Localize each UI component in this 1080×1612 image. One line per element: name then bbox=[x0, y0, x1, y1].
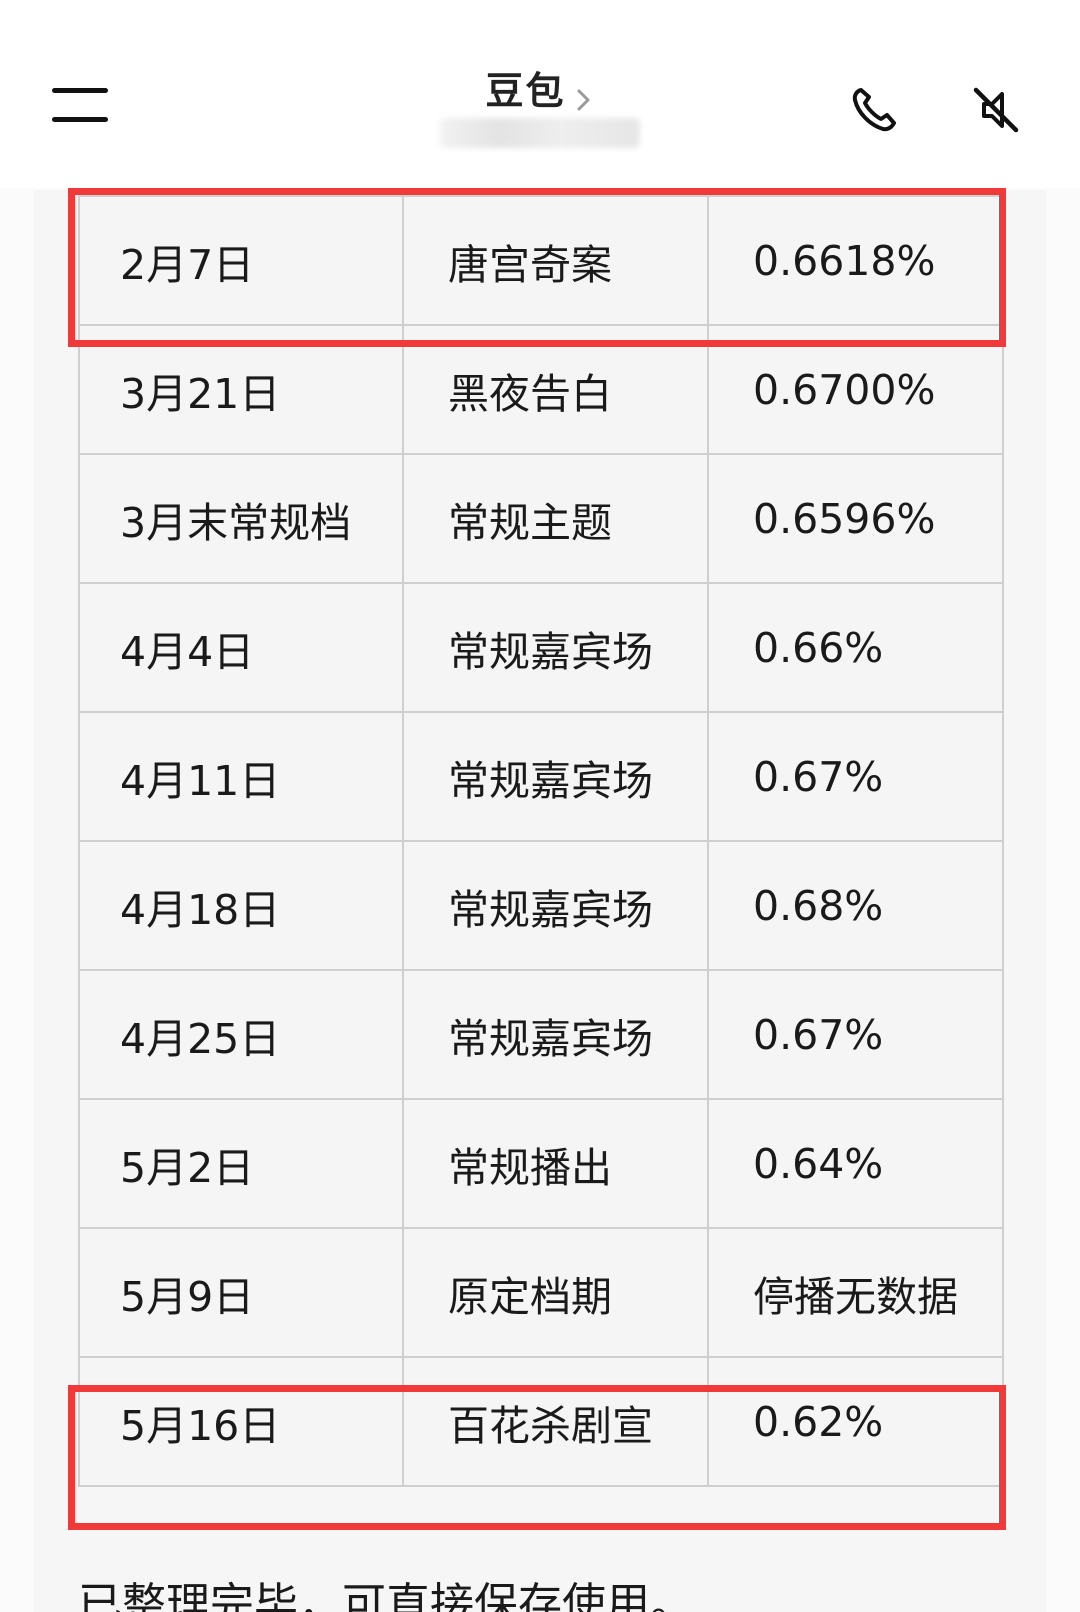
rate-cell: 0.6700% bbox=[707, 324, 1004, 455]
table-row: 3月21日 黑夜告白 0.6700% bbox=[78, 324, 1004, 455]
chat-screen: 豆包 2月7日 唐宫奇案 0.6618% 3月21日 黑夜告白 0.6700% … bbox=[0, 0, 1080, 1612]
date-cell: 5月2日 bbox=[78, 1098, 404, 1229]
table-row: 2月7日 唐宫奇案 0.6618% bbox=[78, 195, 1004, 326]
topic-cell: 黑夜告白 bbox=[402, 324, 709, 455]
message-footer-text: 已整理完毕，可直接保存使用。 bbox=[78, 1579, 694, 1612]
rate-cell: 0.64% bbox=[707, 1098, 1004, 1229]
table-row: 4月11日 常规嘉宾场 0.67% bbox=[78, 711, 1004, 842]
date-cell: 4月11日 bbox=[78, 711, 404, 842]
date-cell: 3月21日 bbox=[78, 324, 404, 455]
table-row: 5月2日 常规播出 0.64% bbox=[78, 1098, 1004, 1229]
table-row: 4月4日 常规嘉宾场 0.66% bbox=[78, 582, 1004, 713]
chat-title-button[interactable]: 豆包 bbox=[0, 60, 1080, 115]
topic-cell: 原定档期 bbox=[402, 1227, 709, 1358]
topic-cell: 常规嘉宾场 bbox=[402, 711, 709, 842]
topic-cell: 常规嘉宾场 bbox=[402, 582, 709, 713]
phone-icon[interactable] bbox=[846, 82, 902, 138]
rate-cell: 0.6618% bbox=[707, 195, 1004, 326]
table-row: 3月末常规档 常规主题 0.6596% bbox=[78, 453, 1004, 584]
date-cell: 4月25日 bbox=[78, 969, 404, 1100]
chevron-right-icon bbox=[577, 89, 590, 110]
table-row: 5月9日 原定档期 停播无数据 bbox=[78, 1227, 1004, 1358]
date-cell: 3月末常规档 bbox=[78, 453, 404, 584]
rate-cell: 0.67% bbox=[707, 711, 1004, 842]
rate-cell: 停播无数据 bbox=[707, 1227, 1004, 1358]
date-cell: 2月7日 bbox=[78, 195, 404, 326]
table-row: 5月16日 百花杀剧宣 0.62% bbox=[78, 1356, 1004, 1487]
rate-cell: 0.66% bbox=[707, 582, 1004, 713]
topic-cell: 百花杀剧宣 bbox=[402, 1356, 709, 1487]
chat-title: 豆包 bbox=[485, 69, 566, 113]
date-cell: 4月4日 bbox=[78, 582, 404, 713]
topic-cell: 常规嘉宾场 bbox=[402, 969, 709, 1100]
table-row: 4月25日 常规嘉宾场 0.67% bbox=[78, 969, 1004, 1100]
rate-cell: 0.67% bbox=[707, 969, 1004, 1100]
date-cell: 4月18日 bbox=[78, 840, 404, 971]
blurred-subtitle bbox=[440, 118, 640, 148]
rate-cell: 0.68% bbox=[707, 840, 1004, 971]
topic-cell: 常规嘉宾场 bbox=[402, 840, 709, 971]
topic-cell: 常规主题 bbox=[402, 453, 709, 584]
date-cell: 5月9日 bbox=[78, 1227, 404, 1358]
rate-cell: 0.62% bbox=[707, 1356, 1004, 1487]
rating-table: 2月7日 唐宫奇案 0.6618% 3月21日 黑夜告白 0.6700% 3月末… bbox=[78, 195, 1004, 1487]
table-row: 4月18日 常规嘉宾场 0.68% bbox=[78, 840, 1004, 971]
top-bar: 豆包 bbox=[0, 0, 1080, 188]
rate-cell: 0.6596% bbox=[707, 453, 1004, 584]
topic-cell: 唐宫奇案 bbox=[402, 195, 709, 326]
date-cell: 5月16日 bbox=[78, 1356, 404, 1487]
speaker-muted-icon[interactable] bbox=[968, 82, 1024, 138]
topic-cell: 常规播出 bbox=[402, 1098, 709, 1229]
